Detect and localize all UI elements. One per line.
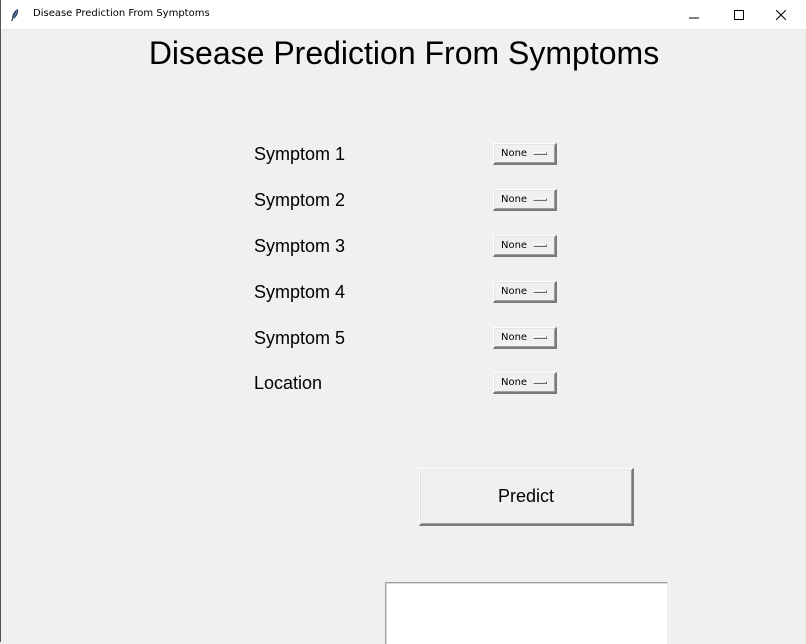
symptom-5-value: None	[501, 332, 528, 343]
location-value: None	[501, 377, 528, 388]
page-title: Disease Prediction From Symptoms	[148, 35, 660, 71]
close-button[interactable]	[758, 0, 804, 29]
app-window: Disease Prediction From Symptoms Disease…	[0, 0, 806, 644]
maximize-button[interactable]	[716, 0, 762, 29]
predict-button[interactable]: Predict	[419, 468, 634, 526]
feather-icon	[9, 8, 21, 22]
symptom-3-value: None	[501, 240, 528, 251]
location-label: Location	[254, 373, 323, 393]
symptom-4-value: None	[501, 286, 528, 297]
symptom-2-label: Symptom 2	[254, 190, 346, 210]
dropdown-indicator-icon	[533, 198, 547, 201]
minimize-icon	[689, 17, 699, 18]
symptom-5-dropdown[interactable]: None	[493, 327, 557, 349]
symptom-4-dropdown[interactable]: None	[493, 281, 557, 303]
symptom-4-label: Symptom 4	[254, 282, 346, 302]
symptom-1-value: None	[501, 148, 528, 159]
dropdown-indicator-icon	[533, 152, 547, 155]
window-title: Disease Prediction From Symptoms	[33, 8, 210, 19]
dropdown-indicator-icon	[533, 336, 547, 339]
close-icon	[776, 9, 786, 20]
symptom-2-value: None	[501, 194, 528, 205]
dropdown-indicator-icon	[533, 381, 547, 384]
maximize-icon	[734, 9, 744, 20]
prediction-result-box[interactable]	[385, 582, 668, 644]
minimize-button[interactable]	[671, 0, 717, 29]
symptom-5-label: Symptom 5	[254, 328, 346, 348]
symptom-1-label: Symptom 1	[254, 144, 346, 164]
title-bar: Disease Prediction From Symptoms	[1, 0, 806, 30]
symptom-3-dropdown[interactable]: None	[493, 235, 557, 257]
symptom-3-label: Symptom 3	[254, 236, 346, 256]
dropdown-indicator-icon	[533, 290, 547, 293]
symptom-1-dropdown[interactable]: None	[493, 143, 557, 165]
symptom-2-dropdown[interactable]: None	[493, 189, 557, 211]
location-dropdown[interactable]: None	[493, 372, 557, 394]
dropdown-indicator-icon	[533, 244, 547, 247]
